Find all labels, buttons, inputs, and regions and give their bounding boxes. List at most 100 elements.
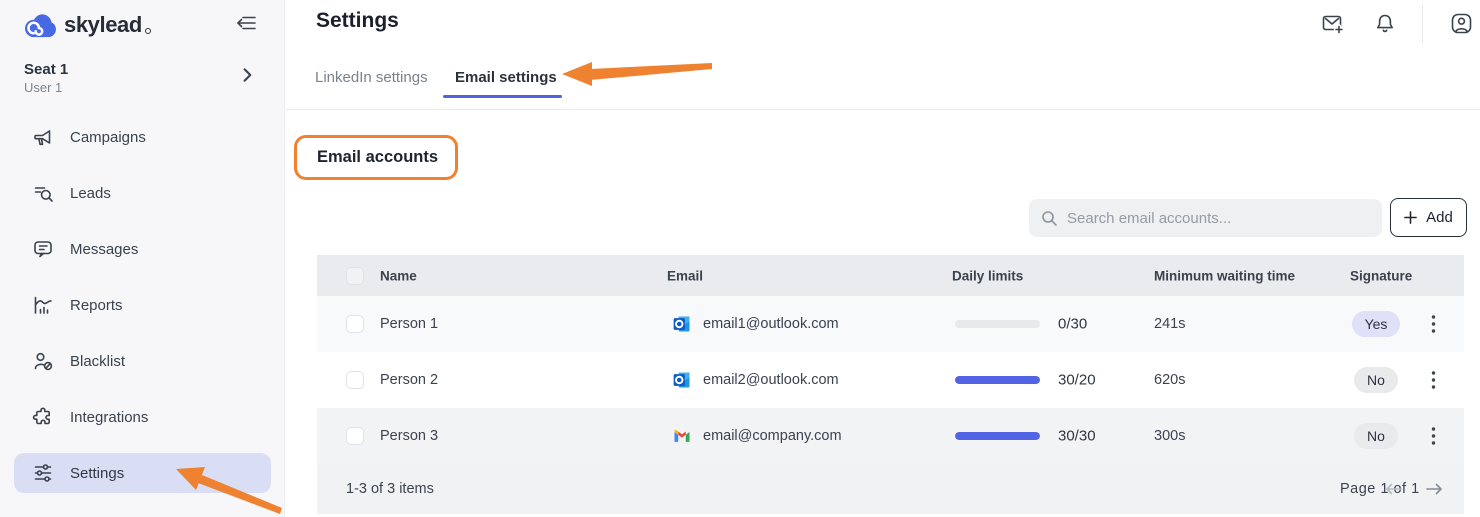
column-header-min-wait: Minimum waiting time bbox=[1154, 268, 1295, 283]
daily-limit-value: 30/30 bbox=[1058, 428, 1096, 445]
sidebar-item-reports[interactable]: Reports bbox=[14, 285, 271, 325]
row-menu-button[interactable] bbox=[1423, 426, 1443, 446]
select-all-checkbox[interactable] bbox=[346, 267, 364, 285]
daily-limit-progress bbox=[955, 376, 1040, 384]
blocked-user-icon bbox=[32, 350, 54, 372]
registered-mark-icon bbox=[145, 28, 151, 34]
daily-limit-value: 0/30 bbox=[1058, 316, 1087, 333]
signature-badge: No bbox=[1354, 423, 1398, 449]
active-tab-underline bbox=[443, 95, 562, 98]
seat-title: Seat 1 bbox=[24, 61, 68, 78]
tab-linkedin-settings[interactable]: LinkedIn settings bbox=[315, 69, 428, 86]
account-button[interactable] bbox=[1450, 12, 1474, 36]
new-message-button[interactable] bbox=[1321, 12, 1345, 36]
next-page-button[interactable] bbox=[1425, 483, 1443, 496]
kebab-menu-icon bbox=[1431, 370, 1436, 390]
row-name: Person 3 bbox=[380, 428, 438, 444]
items-count: 1-3 of 3 items bbox=[346, 481, 434, 497]
chart-icon bbox=[32, 294, 54, 316]
row-name: Person 1 bbox=[380, 316, 438, 332]
bell-icon bbox=[1373, 12, 1397, 36]
tabs-bottom-divider bbox=[286, 109, 1480, 110]
column-header-name: Name bbox=[380, 268, 417, 283]
row-checkbox[interactable] bbox=[346, 427, 364, 445]
search-email-accounts bbox=[1029, 199, 1382, 237]
daily-limit-value: 30/20 bbox=[1058, 372, 1096, 389]
signature-badge: Yes bbox=[1352, 311, 1401, 337]
gmail-icon bbox=[672, 426, 692, 446]
seat-subtitle: User 1 bbox=[24, 80, 62, 95]
sidebar-nav: Campaigns Leads Messages Reports bbox=[14, 117, 271, 509]
sidebar-item-label: Reports bbox=[70, 297, 123, 314]
row-checkbox[interactable] bbox=[346, 371, 364, 389]
outlook-icon bbox=[672, 370, 692, 390]
table-row: Person 1 email1@outlook.com 0/30 241s Ye… bbox=[317, 296, 1464, 352]
chevron-right-icon bbox=[242, 67, 254, 83]
daily-limit-progress bbox=[955, 320, 1040, 328]
annotation-arrow-email-settings-tab bbox=[562, 62, 712, 86]
table-row: Person 2 email2@outlook.com 30/20 620s N… bbox=[317, 352, 1464, 408]
row-checkbox[interactable] bbox=[346, 315, 364, 333]
page-title: Settings bbox=[316, 9, 399, 33]
min-wait-value: 620s bbox=[1154, 372, 1185, 388]
min-wait-value: 300s bbox=[1154, 428, 1185, 444]
sidebar-item-leads[interactable]: Leads bbox=[14, 173, 271, 213]
column-header-signature: Signature bbox=[1350, 268, 1412, 283]
sidebar-collapse-button[interactable] bbox=[234, 12, 260, 36]
seat-selector[interactable]: Seat 1 User 1 bbox=[0, 56, 285, 102]
arrow-left-icon bbox=[1385, 483, 1403, 496]
table-header-row: Name Email Daily limits Minimum waiting … bbox=[317, 255, 1464, 296]
kebab-menu-icon bbox=[1431, 426, 1436, 446]
kebab-menu-icon bbox=[1431, 314, 1436, 334]
row-email: email1@outlook.com bbox=[703, 316, 839, 332]
row-menu-button[interactable] bbox=[1423, 370, 1443, 390]
min-wait-value: 241s bbox=[1154, 316, 1185, 332]
sliders-icon bbox=[32, 462, 54, 484]
previous-page-button[interactable] bbox=[1385, 483, 1403, 496]
row-menu-button[interactable] bbox=[1423, 314, 1443, 334]
sidebar-item-label: Settings bbox=[70, 465, 124, 482]
annotation-highlight-box bbox=[294, 135, 458, 180]
notifications-button[interactable] bbox=[1373, 12, 1397, 36]
page-indicator: Page 1 of 1 bbox=[1340, 481, 1420, 497]
mail-plus-icon bbox=[1321, 12, 1345, 36]
header-divider bbox=[1422, 5, 1423, 43]
column-header-email: Email bbox=[667, 268, 703, 283]
plus-icon bbox=[1404, 211, 1417, 224]
megaphone-icon bbox=[32, 126, 54, 148]
row-name: Person 2 bbox=[380, 372, 438, 388]
sidebar-item-label: Leads bbox=[70, 185, 111, 202]
add-button-label: Add bbox=[1426, 209, 1453, 226]
row-email: email2@outlook.com bbox=[703, 372, 839, 388]
sidebar-item-settings[interactable]: Settings bbox=[14, 453, 271, 493]
table-row: Person 3 email@company.com 30/30 300s No bbox=[317, 408, 1464, 464]
tab-email-settings[interactable]: Email settings bbox=[455, 69, 557, 86]
brand-name: skylead bbox=[64, 12, 142, 38]
table-footer: 1-3 of 3 items Page 1 of 1 bbox=[317, 464, 1464, 514]
leads-search-icon bbox=[32, 182, 54, 204]
brand-logo: skylead bbox=[22, 8, 151, 42]
chat-bubble-icon bbox=[32, 238, 54, 260]
search-input[interactable] bbox=[1067, 210, 1357, 227]
sidebar-item-label: Blacklist bbox=[70, 353, 125, 370]
sidebar-item-label: Campaigns bbox=[70, 129, 146, 146]
sidebar-item-blacklist[interactable]: Blacklist bbox=[14, 341, 271, 381]
sidebar-item-label: Integrations bbox=[70, 409, 148, 426]
column-header-daily-limits: Daily limits bbox=[952, 268, 1023, 283]
sidebar: skylead Seat 1 User 1 Campaigns Leads bbox=[0, 0, 285, 517]
add-button[interactable]: Add bbox=[1390, 198, 1467, 237]
signature-badge: No bbox=[1354, 367, 1398, 393]
user-avatar-icon bbox=[1450, 12, 1474, 36]
email-accounts-table: Name Email Daily limits Minimum waiting … bbox=[317, 255, 1464, 514]
sidebar-item-integrations[interactable]: Integrations bbox=[14, 397, 271, 437]
arrow-right-icon bbox=[1425, 483, 1443, 496]
search-icon bbox=[1041, 210, 1058, 227]
puzzle-icon bbox=[32, 406, 54, 428]
sidebar-item-messages[interactable]: Messages bbox=[14, 229, 271, 269]
skylead-cloud-icon bbox=[22, 11, 57, 40]
sidebar-item-label: Messages bbox=[70, 241, 138, 258]
row-email: email@company.com bbox=[703, 428, 842, 444]
sidebar-item-campaigns[interactable]: Campaigns bbox=[14, 117, 271, 157]
daily-limit-progress bbox=[955, 432, 1040, 440]
outlook-icon bbox=[672, 314, 692, 334]
